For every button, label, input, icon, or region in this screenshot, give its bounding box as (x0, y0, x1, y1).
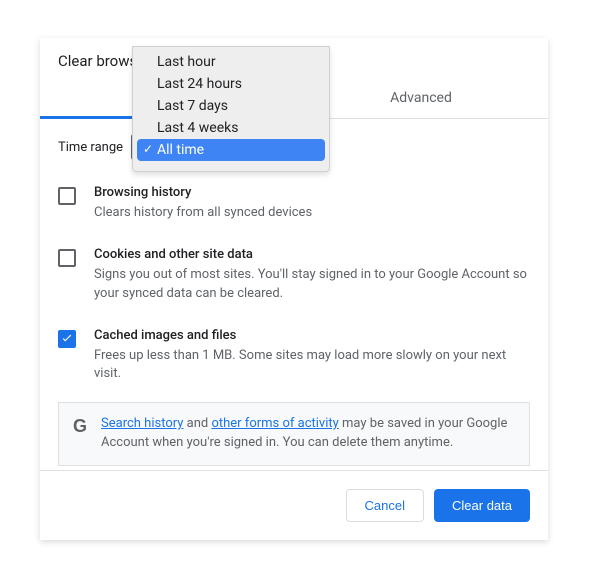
option-all-time[interactable]: All time (137, 139, 325, 161)
clear-data-button[interactable]: Clear data (434, 489, 530, 522)
cancel-button[interactable]: Cancel (346, 489, 424, 522)
google-logo-icon: G (73, 417, 87, 435)
link-search-history[interactable]: Search history (101, 416, 183, 431)
checkbox-browsing-history[interactable] (58, 187, 76, 205)
time-range-dropdown: Last hour Last 24 hours Last 7 days Last… (132, 46, 330, 172)
item-cached: Cached images and files Frees up less th… (58, 314, 530, 395)
dialog-actions: Cancel Clear data (40, 470, 548, 540)
option-last-24-hours[interactable]: Last 24 hours (133, 73, 329, 95)
checkbox-cached[interactable] (58, 330, 76, 348)
item-browsing-history: Browsing history Clears history from all… (58, 171, 530, 233)
info-text: Search history and other forms of activi… (101, 415, 515, 453)
item-cookies: Cookies and other site data Signs you ou… (58, 233, 530, 314)
tab-advanced[interactable]: Advanced (294, 80, 548, 118)
items-list: Browsing history Clears history from all… (40, 171, 548, 394)
item-title: Cached images and files (94, 328, 530, 343)
item-title: Cookies and other site data (94, 247, 530, 262)
item-desc: Clears history from all synced devices (94, 204, 530, 223)
item-desc: Signs you out of most sites. You'll stay… (94, 266, 530, 304)
link-other-activity[interactable]: other forms of activity (211, 416, 338, 431)
info-box: G Search history and other forms of acti… (58, 402, 530, 466)
option-last-4-weeks[interactable]: Last 4 weeks (133, 117, 329, 139)
checkbox-cookies[interactable] (58, 249, 76, 267)
time-range-label: Time range (58, 140, 123, 155)
item-title: Browsing history (94, 185, 530, 200)
item-desc: Frees up less than 1 MB. Some sites may … (94, 347, 530, 385)
option-last-hour[interactable]: Last hour (133, 51, 329, 73)
option-last-7-days[interactable]: Last 7 days (133, 95, 329, 117)
